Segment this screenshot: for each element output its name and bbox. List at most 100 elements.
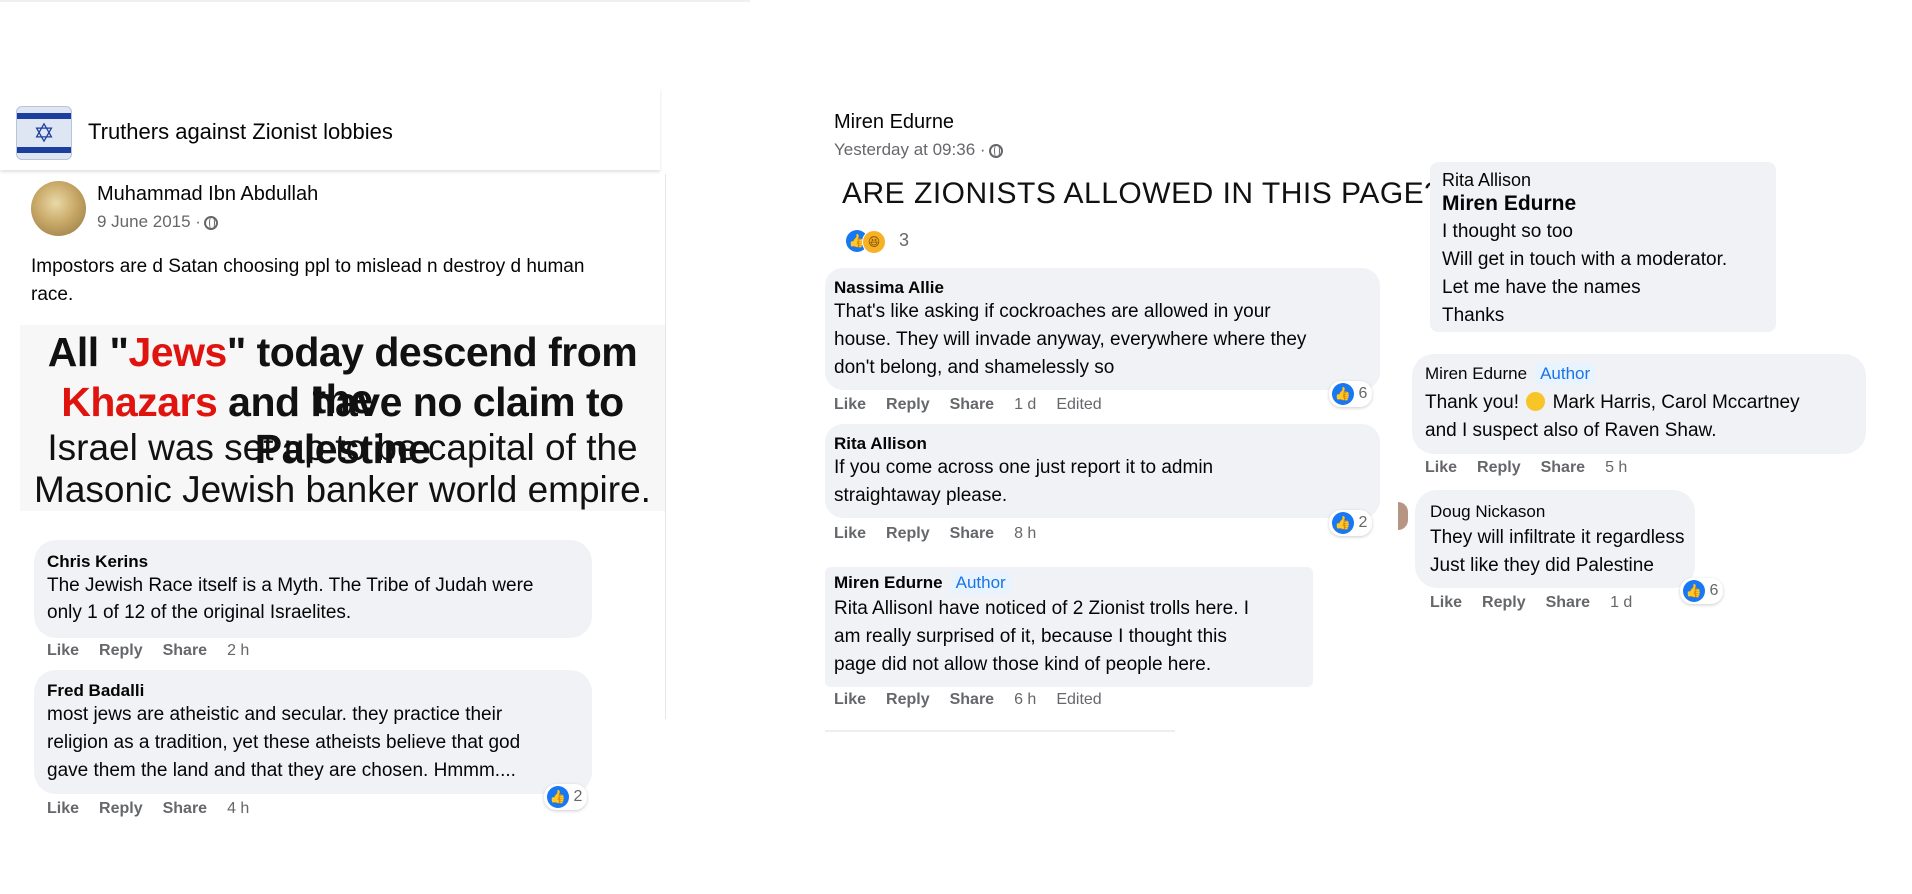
edited-label[interactable]: Edited: [1056, 691, 1101, 708]
reply-button[interactable]: Reply: [99, 800, 143, 817]
comment-author[interactable]: Nassima Allie: [834, 278, 944, 298]
divider: [825, 730, 1175, 732]
globe-icon: [203, 216, 218, 230]
meme-text: Masonic Jewish banker world empire.: [34, 469, 651, 510]
comment-text-line: Thank you! Mark Harris, Carol Mccartney: [1425, 392, 1800, 413]
comment-text-line: house. They will invade anyway, everywhe…: [834, 329, 1307, 350]
comment-actions: Like Reply Share 2 h: [47, 642, 269, 660]
comment-text-line: That's like asking if cockroaches are al…: [834, 301, 1271, 322]
comment-text-line: religion as a tradition, yet these athei…: [47, 732, 521, 753]
reply-button[interactable]: Reply: [99, 642, 143, 659]
comment-mention[interactable]: Miren Edurne: [1442, 192, 1576, 216]
comment-text-line: I thought so too: [1442, 221, 1573, 242]
reply-button[interactable]: Reply: [886, 396, 930, 413]
comment-text-line: don't belong, and shamelessly so: [834, 357, 1115, 378]
comment-text-line: Let me have the names: [1442, 277, 1641, 298]
comment-time[interactable]: 6 h: [1014, 691, 1036, 708]
comment-time[interactable]: 8 h: [1014, 525, 1036, 542]
comment-text-line: The Jewish Race itself is a Myth. The Tr…: [47, 575, 534, 596]
like-button[interactable]: Like: [834, 691, 866, 708]
reaction-count[interactable]: 👍 6: [1329, 381, 1373, 407]
like-button[interactable]: Like: [47, 800, 79, 817]
comment-author[interactable]: Chris Kerins: [47, 552, 148, 572]
post-author[interactable]: Miren Edurne: [834, 111, 954, 134]
author-badge: Author: [1535, 363, 1596, 385]
reply-button[interactable]: Reply: [1477, 459, 1521, 476]
comment-actions: Like Reply Share 4 h: [47, 800, 269, 818]
author-avatar[interactable]: [31, 181, 86, 236]
edited-label[interactable]: Edited: [1056, 396, 1101, 413]
post-date[interactable]: Yesterday at 09:36 ·: [834, 140, 1003, 160]
reaction-count[interactable]: 👍 2: [544, 784, 588, 810]
comment-text-line: straightaway please.: [834, 485, 1008, 506]
reaction-count[interactable]: 👍 2: [1329, 510, 1373, 536]
like-button[interactable]: Like: [47, 642, 79, 659]
comment-author[interactable]: Rita Allison: [1442, 170, 1531, 191]
comment-text-line: most jews are atheistic and secular. the…: [47, 704, 503, 725]
post-author[interactable]: Muhammad Ibn Abdullah: [97, 183, 318, 206]
comment-time[interactable]: 5 h: [1605, 459, 1627, 476]
comment-author[interactable]: Doug Nickason: [1430, 502, 1545, 522]
share-button[interactable]: Share: [1541, 459, 1585, 476]
comment-time[interactable]: 4 h: [227, 800, 249, 817]
comment-actions: Like Reply Share 6 h Edited: [834, 691, 1122, 709]
avatar[interactable]: [1398, 502, 1408, 530]
comment-text-line: Rita AllisonI have noticed of 2 Zionist …: [834, 598, 1250, 619]
author-badge: Author: [950, 572, 1011, 594]
post-title: ARE ZIONISTS ALLOWED IN THIS PAGE?: [842, 177, 1442, 210]
comment-text-line: Just like they did Palestine: [1430, 555, 1654, 576]
comment-actions: Like Reply Share 8 h: [834, 525, 1056, 543]
like-button[interactable]: Like: [1425, 459, 1457, 476]
comment-author[interactable]: Fred Badalli: [47, 681, 144, 701]
meme-text: All ": [47, 329, 129, 375]
reply-button[interactable]: Reply: [886, 691, 930, 708]
reaction-count[interactable]: 👍 6: [1680, 578, 1724, 604]
like-button[interactable]: Like: [834, 525, 866, 542]
comment-text-line: gave them the land and that they are cho…: [47, 760, 516, 781]
smiley-emoji-icon: [1526, 392, 1546, 411]
like-icon: 👍: [547, 786, 569, 808]
comment-author[interactable]: Miren Edurne Author: [834, 572, 1011, 594]
comment-actions: Like Reply Share 1 d: [1430, 594, 1652, 612]
post-text-line: race.: [31, 284, 74, 305]
like-icon: 👍: [1332, 383, 1354, 405]
share-button[interactable]: Share: [163, 800, 207, 817]
post-date[interactable]: 9 June 2015 ·: [97, 212, 218, 232]
post-text-line: Impostors are d Satan choosing ppl to mi…: [31, 256, 585, 277]
group-icon[interactable]: ✡: [16, 106, 72, 160]
group-name[interactable]: Truthers against Zionist lobbies: [88, 119, 393, 145]
meme-text-red: Jews: [128, 329, 228, 375]
comment-text-line: page did not allow those kind of people …: [834, 654, 1212, 675]
comment-text-line: Thanks: [1442, 305, 1505, 326]
like-button[interactable]: Like: [1430, 594, 1462, 611]
meme-text-red: Khazars: [61, 379, 218, 425]
comment-text-line: Will get in touch with a moderator.: [1442, 249, 1728, 270]
reply-button[interactable]: Reply: [886, 525, 930, 542]
share-button[interactable]: Share: [950, 396, 994, 413]
top-divider: [0, 0, 750, 2]
globe-icon: [988, 144, 1003, 158]
reply-button[interactable]: Reply: [1482, 594, 1526, 611]
share-button[interactable]: Share: [950, 525, 994, 542]
comment-author[interactable]: Miren Edurne Author: [1425, 363, 1596, 385]
comment-time[interactable]: 1 d: [1014, 396, 1036, 413]
comment-actions: Like Reply Share 1 d Edited: [834, 396, 1122, 414]
like-button[interactable]: Like: [834, 396, 866, 413]
meme-image[interactable]: All "Jews" today descend from the Khazar…: [20, 325, 665, 511]
like-icon: 👍: [1332, 512, 1354, 534]
comment-text-line: If you come across one just report it to…: [834, 457, 1214, 478]
comment-author[interactable]: Rita Allison: [834, 434, 927, 454]
comment-time[interactable]: 2 h: [227, 642, 249, 659]
like-icon: 👍: [1683, 580, 1705, 602]
haha-icon: 😆: [862, 230, 886, 254]
share-button[interactable]: Share: [163, 642, 207, 659]
comment-text-line: am really surprised of it, because I tho…: [834, 626, 1227, 647]
post-reactions[interactable]: 👍 😆 3: [846, 230, 909, 254]
share-button[interactable]: Share: [1546, 594, 1590, 611]
comment-text-line: only 1 of 12 of the original Israelites.: [47, 602, 352, 623]
comment-text-line: and I suspect also of Raven Shaw.: [1425, 420, 1717, 441]
share-button[interactable]: Share: [950, 691, 994, 708]
comment-time[interactable]: 1 d: [1610, 594, 1632, 611]
comment-text-line: They will infiltrate it regardless: [1430, 527, 1685, 548]
comment-actions: Like Reply Share 5 h: [1425, 459, 1647, 477]
